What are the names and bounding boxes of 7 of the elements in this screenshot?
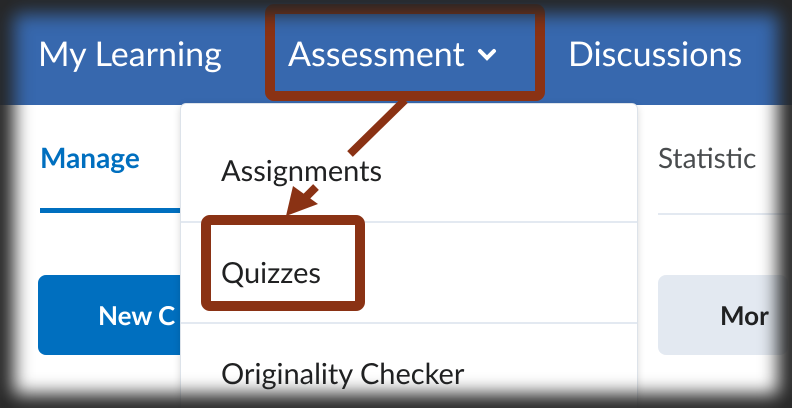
nav-link[interactable]: Discussions xyxy=(530,28,792,79)
nav-link[interactable]: Assessment xyxy=(250,28,530,79)
chevron-down-icon xyxy=(476,46,497,60)
more-button[interactable]: Mor xyxy=(658,275,788,355)
nav-link[interactable]: My Learning xyxy=(0,28,250,79)
tab[interactable]: Statistic xyxy=(658,105,756,213)
menu-item[interactable]: Quizzes xyxy=(181,221,637,322)
